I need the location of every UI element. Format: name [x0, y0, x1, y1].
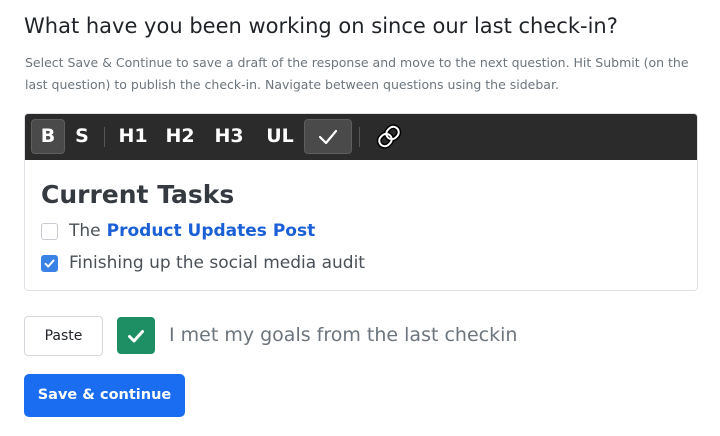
check-icon: [44, 259, 55, 267]
task-checkbox[interactable]: [41, 222, 58, 240]
heading-2-button[interactable]: H2: [161, 119, 199, 154]
link-button[interactable]: [371, 119, 407, 154]
question-title: What have you been working on since our …: [24, 14, 618, 38]
task-item: The Product Updates Post: [41, 220, 315, 242]
check-icon: [128, 329, 144, 342]
task-link[interactable]: Product Updates Post: [107, 221, 316, 241]
goals-met-label: I met my goals from the last checkin: [169, 324, 518, 346]
bold-button[interactable]: B: [31, 119, 65, 154]
bullet-list-button[interactable]: UL: [261, 119, 299, 154]
goals-met-checkbox[interactable]: [117, 317, 155, 354]
editor-content[interactable]: Current Tasks The Product Updates Post F…: [41, 180, 365, 273]
paste-button[interactable]: Paste: [24, 316, 103, 356]
heading-3-button[interactable]: H3: [210, 119, 248, 154]
help-text: Select Save & Continue to save a draft o…: [25, 55, 689, 92]
task-checkbox[interactable]: [41, 254, 58, 272]
strikethrough-button[interactable]: S: [69, 119, 95, 154]
toolbar-divider: [359, 127, 360, 147]
task-text: Finishing up the social media audit: [69, 253, 365, 273]
task-text: The: [69, 221, 101, 241]
content-heading: Current Tasks: [41, 180, 235, 209]
link-icon: [376, 124, 402, 149]
save-continue-button[interactable]: Save & continue: [24, 374, 185, 417]
editor-toolbar: B S H1 H2 H3 UL: [25, 114, 697, 160]
toolbar-divider: [104, 127, 105, 147]
heading-1-button[interactable]: H1: [114, 119, 152, 154]
rich-text-editor[interactable]: B S H1 H2 H3 UL Current Tasks The Produc…: [24, 113, 698, 291]
check-icon: [318, 129, 338, 145]
checklist-button[interactable]: [304, 119, 352, 154]
task-item: Finishing up the social media audit: [41, 252, 365, 274]
